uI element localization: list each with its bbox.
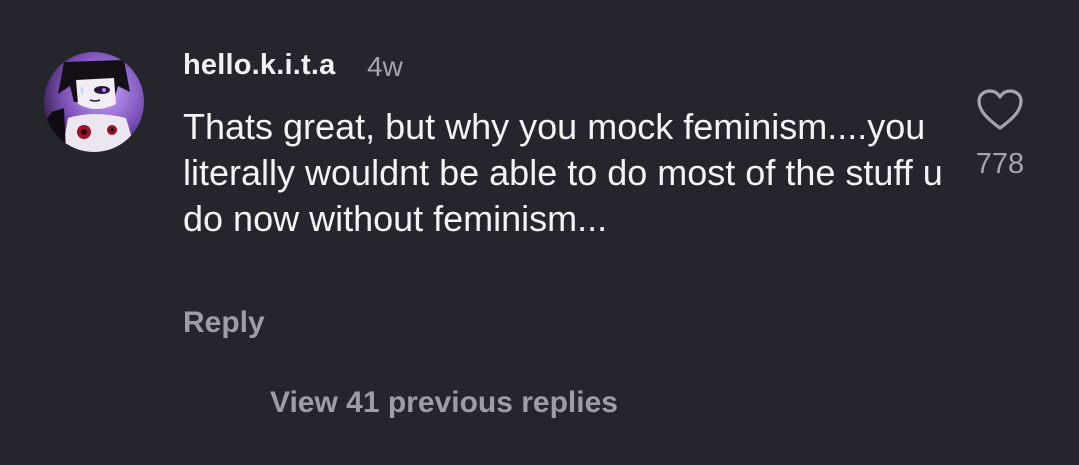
avatar-image [44, 52, 144, 152]
heart-outline-icon [977, 89, 1023, 130]
view-previous-replies-button[interactable]: View 41 previous replies [270, 386, 618, 420]
avatar[interactable] [44, 52, 144, 152]
comment-screen: hello.k.i.t.a 4w Thats great, but why yo… [0, 0, 1079, 465]
reply-button[interactable]: Reply [183, 306, 265, 340]
comment-text: Thats great, but why you mock feminism..… [183, 106, 943, 239]
comment-username[interactable]: hello.k.i.t.a [183, 49, 335, 82]
like-button[interactable] [976, 88, 1024, 132]
comment-timestamp: 4w [367, 51, 403, 82]
like-count: 778 [975, 148, 1025, 180]
